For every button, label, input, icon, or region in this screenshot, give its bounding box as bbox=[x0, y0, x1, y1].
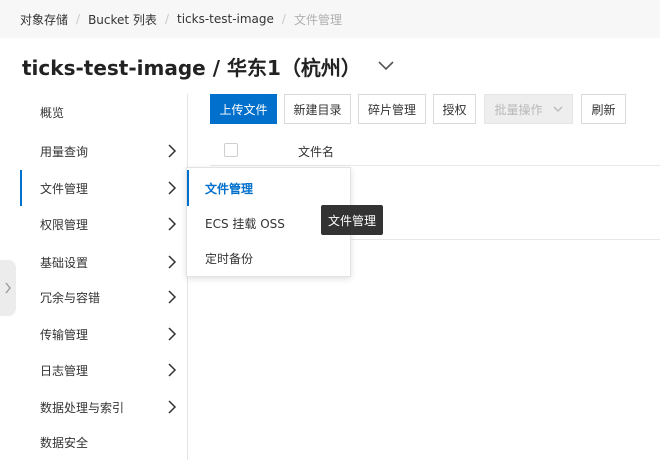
batch-operations-label: 批量操作 bbox=[494, 102, 543, 117]
chevron-right-icon bbox=[168, 327, 177, 341]
sidebar-item-label: 文件管理 bbox=[40, 181, 89, 196]
chevron-right-icon bbox=[168, 144, 177, 158]
sidebar-item-label: 数据安全 bbox=[40, 435, 89, 450]
submenu-item-file-management[interactable]: 文件管理 bbox=[187, 170, 350, 206]
sidebar-item-label: 传输管理 bbox=[40, 327, 89, 342]
upload-file-button[interactable]: 上传文件 bbox=[210, 94, 277, 124]
breadcrumb: 对象存储 / Bucket 列表 / ticks-test-image / 文件… bbox=[0, 0, 660, 38]
batch-operations-button[interactable]: 批量操作 bbox=[484, 94, 573, 124]
submenu-item-label: 定时备份 bbox=[205, 251, 254, 266]
sidebar-item-label: 权限管理 bbox=[40, 217, 89, 232]
authorize-button[interactable]: 授权 bbox=[433, 94, 476, 124]
submenu-item-scheduled-backup[interactable]: 定时备份 bbox=[187, 240, 350, 276]
submenu-item-label: 文件管理 bbox=[205, 181, 254, 196]
chevron-right-icon bbox=[168, 255, 177, 269]
sidebar-item-label: 概览 bbox=[40, 105, 65, 120]
breadcrumb-current: 文件管理 bbox=[293, 12, 342, 27]
new-directory-button[interactable]: 新建目录 bbox=[284, 94, 351, 124]
sidebar-item-overview[interactable]: 概览 bbox=[20, 94, 188, 130]
sidebar-item-label: 基础设置 bbox=[40, 255, 89, 270]
sidebar-item-label: 冗余与容错 bbox=[40, 290, 101, 305]
table-divider bbox=[350, 239, 660, 240]
sidebar-toggle-handle[interactable] bbox=[0, 260, 16, 316]
tooltip-text: 文件管理 bbox=[327, 213, 376, 228]
submenu-item-label: ECS 挂载 OSS bbox=[205, 216, 285, 231]
refresh-button[interactable]: 刷新 bbox=[581, 94, 626, 124]
breadcrumb-bucket-list[interactable]: Bucket 列表 bbox=[88, 11, 157, 28]
breadcrumb-separator: / bbox=[164, 12, 169, 26]
page-title-text: ticks-test-image / 华东1（杭州） bbox=[22, 55, 361, 80]
sidebar-item-data-security[interactable]: 数据安全 bbox=[20, 424, 188, 460]
sidebar-item-usage[interactable]: 用量查询 bbox=[20, 133, 188, 169]
page-title: ticks-test-image / 华东1（杭州） bbox=[22, 50, 395, 82]
sidebar-item-data-processing[interactable]: 数据处理与索引 bbox=[20, 389, 188, 425]
sidebar-item-permissions[interactable]: 权限管理 bbox=[20, 206, 188, 242]
chevron-right-icon bbox=[168, 290, 177, 304]
chevron-right-icon bbox=[5, 282, 11, 294]
sidebar-item-label: 日志管理 bbox=[40, 363, 89, 378]
chevron-down-icon[interactable] bbox=[377, 57, 395, 75]
tooltip: 文件管理 bbox=[321, 205, 383, 235]
breadcrumb-bucket[interactable]: ticks-test-image bbox=[177, 12, 274, 26]
chevron-right-icon bbox=[168, 400, 177, 414]
sidebar-item-file-management[interactable]: 文件管理 bbox=[20, 170, 188, 206]
file-table-header: 文件名 bbox=[210, 136, 660, 166]
column-header-filename[interactable]: 文件名 bbox=[298, 143, 334, 160]
chevron-right-icon bbox=[168, 217, 177, 231]
chevron-right-icon bbox=[168, 181, 177, 195]
select-all-checkbox[interactable] bbox=[224, 143, 238, 157]
chevron-right-icon bbox=[168, 363, 177, 377]
breadcrumb-oss[interactable]: 对象存储 bbox=[20, 11, 68, 28]
sidebar-item-transfer[interactable]: 传输管理 bbox=[20, 316, 188, 352]
fragment-management-button[interactable]: 碎片管理 bbox=[358, 94, 426, 124]
sidebar-item-redundancy[interactable]: 冗余与容错 bbox=[20, 279, 188, 315]
sidebar-item-logs[interactable]: 日志管理 bbox=[20, 352, 188, 388]
sidebar-item-label: 数据处理与索引 bbox=[40, 400, 125, 415]
breadcrumb-separator: / bbox=[281, 12, 286, 26]
sidebar-item-basic-settings[interactable]: 基础设置 bbox=[20, 244, 188, 280]
sidebar: 概览 用量查询 文件管理 权限管理 基础设置 冗余与容错 传输管理 日志管理 数… bbox=[20, 94, 188, 460]
breadcrumb-separator: / bbox=[76, 12, 81, 26]
chevron-down-icon bbox=[553, 106, 562, 112]
sidebar-item-label: 用量查询 bbox=[40, 144, 89, 159]
